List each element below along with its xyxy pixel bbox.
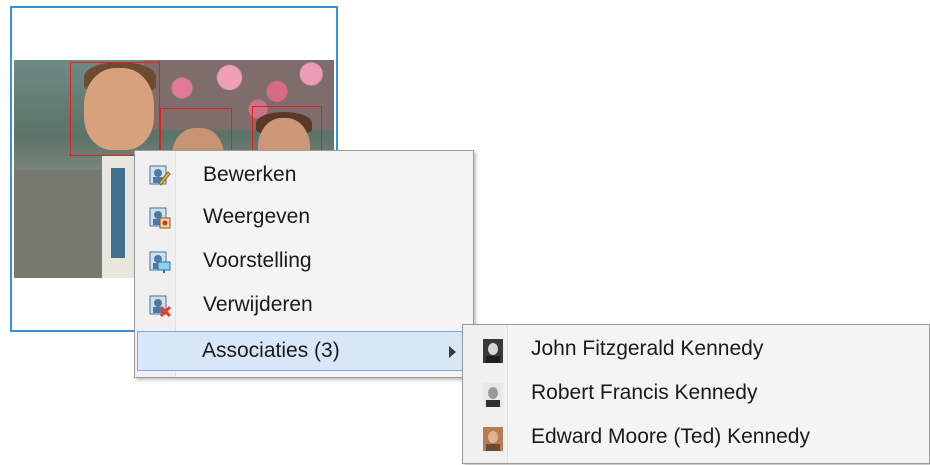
menu-item-label: Weergeven: [203, 205, 311, 228]
associations-submenu: John Fitzgerald Kennedy Robert Francis K…: [462, 324, 930, 464]
submenu-item-person[interactable]: Robert Francis Kennedy: [465, 373, 927, 415]
submenu-item-person[interactable]: John Fitzgerald Kennedy: [465, 329, 927, 371]
menu-item-associaties[interactable]: Associaties (3): [137, 331, 471, 371]
edit-person-icon: [149, 165, 171, 186]
submenu-item-label: Edward Moore (Ted) Kennedy: [531, 425, 810, 448]
menu-item-label: Voorstelling: [203, 249, 312, 272]
context-menu: Bewerken Weergeven Voorstelling Verwijde…: [134, 150, 474, 378]
menu-item-bewerken[interactable]: Bewerken: [137, 155, 471, 195]
delete-person-icon: [149, 295, 171, 317]
person-thumbnail-icon: [483, 427, 503, 451]
menu-item-weergeven[interactable]: Weergeven: [137, 197, 471, 237]
menu-item-verwijderen[interactable]: Verwijderen: [137, 285, 471, 325]
chevron-right-icon: [449, 346, 456, 358]
menu-item-label: Associaties (3): [202, 339, 340, 362]
person-thumbnail-icon: [483, 383, 503, 407]
submenu-item-label: Robert Francis Kennedy: [531, 381, 758, 404]
menu-item-voorstelling[interactable]: Voorstelling: [137, 241, 471, 281]
submenu-item-label: John Fitzgerald Kennedy: [531, 337, 764, 360]
submenu-item-person[interactable]: Edward Moore (Ted) Kennedy: [465, 417, 927, 459]
person-thumbnail-icon: [483, 339, 503, 363]
view-person-icon: [149, 207, 171, 229]
tie-shape: [111, 168, 125, 258]
present-person-icon: [149, 251, 171, 273]
menu-item-label: Bewerken: [203, 163, 297, 186]
face-region-box[interactable]: [70, 62, 160, 156]
menu-item-label: Verwijderen: [203, 293, 313, 316]
